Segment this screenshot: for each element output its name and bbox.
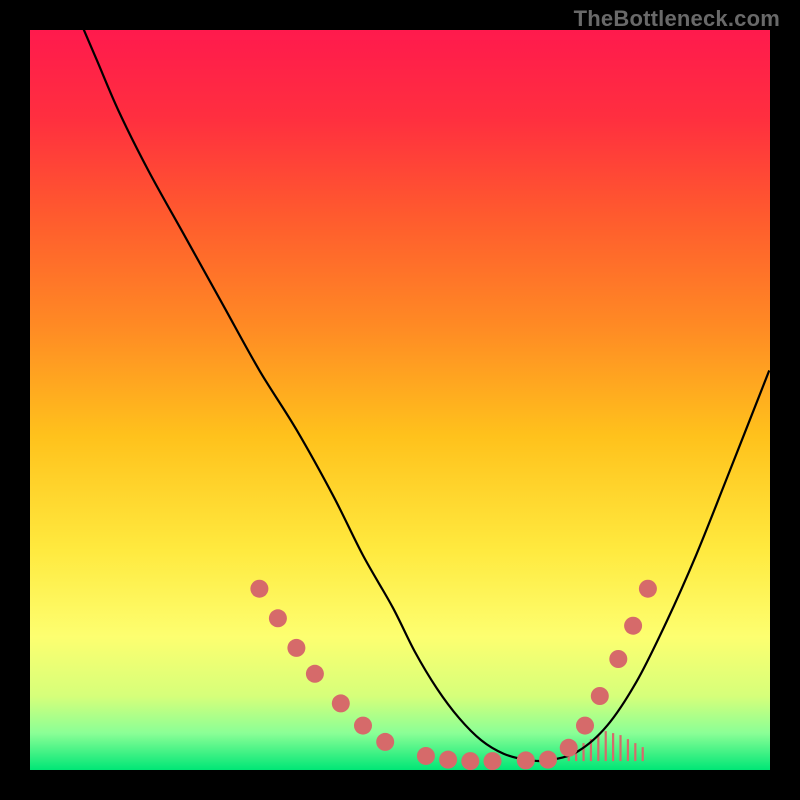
- watermark-text: TheBottleneck.com: [574, 6, 780, 32]
- plot-background: [30, 30, 770, 770]
- bottleneck-chart: [0, 0, 800, 800]
